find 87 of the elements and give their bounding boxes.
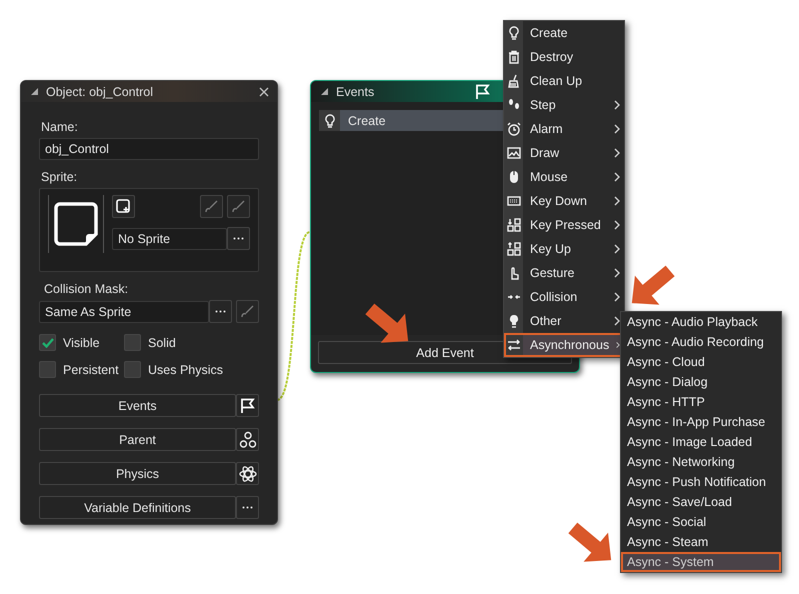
collapse-icon[interactable] <box>31 88 38 95</box>
menu-item[interactable]: Async - Cloud <box>621 352 781 372</box>
brush-button[interactable] <box>227 195 250 218</box>
menu-item[interactable]: Gesture <box>504 261 624 285</box>
more-icon <box>242 506 253 509</box>
chevron-right-icon <box>614 292 620 302</box>
checkmark-icon <box>42 338 54 348</box>
footsteps-icon <box>506 98 520 112</box>
window-title: Object: obj_Control <box>46 84 154 98</box>
browse-button[interactable] <box>209 300 232 323</box>
name-label: Name: <box>41 120 79 134</box>
chevron-right-icon <box>614 268 620 278</box>
chevron-right-icon <box>614 220 620 230</box>
menu-item[interactable]: Async - Audio Playback <box>621 312 781 332</box>
menu-item[interactable]: Async - System <box>621 552 781 572</box>
panel-button[interactable]: Physics <box>39 462 236 485</box>
lightbulb-icon <box>506 26 520 40</box>
key-up-icon <box>506 242 520 256</box>
panel-button[interactable]: Parent <box>39 428 236 451</box>
checkbox[interactable]: Persistent <box>39 360 124 379</box>
menu-item[interactable]: Async - Push Notification <box>621 472 781 492</box>
new-sprite-icon <box>116 199 131 214</box>
icon-button[interactable] <box>236 462 259 485</box>
checkbox[interactable]: Solid <box>124 333 259 352</box>
menu-item[interactable]: Async - Steam <box>621 532 781 552</box>
menu-item[interactable]: Async - Dialog <box>621 372 781 392</box>
more-icon <box>233 237 244 240</box>
collapse-icon[interactable] <box>321 88 328 95</box>
menu-item[interactable]: Key Down <box>504 189 624 213</box>
menu-item[interactable]: Async - Image Loaded <box>621 432 781 452</box>
collision-mask-field[interactable]: Same As Sprite <box>39 300 209 322</box>
chevron-right-icon <box>614 100 620 110</box>
menu-item[interactable]: Async - In-App Purchase <box>621 412 781 432</box>
trash-icon <box>506 50 520 64</box>
flag-icon <box>475 84 491 100</box>
panel-button[interactable]: Events <box>39 394 236 417</box>
sprite-field[interactable]: No Sprite <box>112 228 227 250</box>
flag-icon <box>240 398 256 414</box>
broom-icon <box>506 74 520 88</box>
menu-item[interactable]: Destroy <box>504 45 624 69</box>
browse-button[interactable] <box>227 227 250 250</box>
menu-item[interactable]: Async - HTTP <box>621 392 781 412</box>
chevron-right-icon <box>616 340 620 350</box>
key-pressed-icon <box>506 218 520 232</box>
menu-item[interactable]: Collision <box>504 285 624 309</box>
chevron-right-icon <box>614 244 620 254</box>
name-field[interactable]: obj_Control <box>39 138 259 160</box>
collision-mask-label: Collision Mask: <box>44 282 130 296</box>
close-icon[interactable] <box>259 86 269 96</box>
checkbox[interactable]: Uses Physics <box>124 360 259 379</box>
chevron-right-icon <box>614 316 620 326</box>
checkbox[interactable]: Visible <box>39 333 124 352</box>
menu-item[interactable]: Async - Networking <box>621 452 781 472</box>
window-title: Events <box>336 84 376 98</box>
sprite-preview-icon <box>54 202 98 246</box>
paintbrush-icon <box>240 304 255 319</box>
menu-item[interactable]: Other <box>504 309 624 333</box>
menu-item[interactable]: Async - Save/Load <box>621 492 781 512</box>
menu-item[interactable]: Async - Social <box>621 512 781 532</box>
atom-icon <box>238 464 256 482</box>
paintbrush-icon <box>231 199 246 214</box>
more-icon <box>215 310 226 313</box>
panel-button[interactable]: Variable Definitions <box>39 496 236 519</box>
menu-item[interactable]: Async - Audio Recording <box>621 332 781 352</box>
menu-item[interactable]: Draw <box>504 141 624 165</box>
sprite-label: Sprite: <box>41 170 78 184</box>
hierarchy-icon <box>238 430 256 448</box>
paintbrush-icon <box>204 199 219 214</box>
keyboard-icon <box>506 194 520 208</box>
swap-arrows-icon <box>506 338 520 352</box>
chevron-right-icon <box>614 148 620 158</box>
edit-sprite-button[interactable] <box>200 195 223 218</box>
image-icon <box>506 146 520 160</box>
new-sprite-button[interactable] <box>112 195 135 218</box>
menu-item[interactable]: Clean Up <box>504 69 624 93</box>
menu-item[interactable]: Key Pressed <box>504 213 624 237</box>
menu-item[interactable]: Key Up <box>504 237 624 261</box>
icon-button[interactable] <box>236 428 259 451</box>
chevron-right-icon <box>614 196 620 206</box>
menu-item[interactable]: Create <box>504 21 624 45</box>
chevron-right-icon <box>614 172 620 182</box>
menu-item[interactable]: Mouse <box>504 165 624 189</box>
alarm-clock-icon <box>506 122 520 136</box>
edit-mask-button[interactable] <box>236 300 259 323</box>
lightbulb-icon <box>322 114 336 128</box>
icon-button[interactable] <box>236 394 259 417</box>
chevron-right-icon <box>614 124 620 134</box>
